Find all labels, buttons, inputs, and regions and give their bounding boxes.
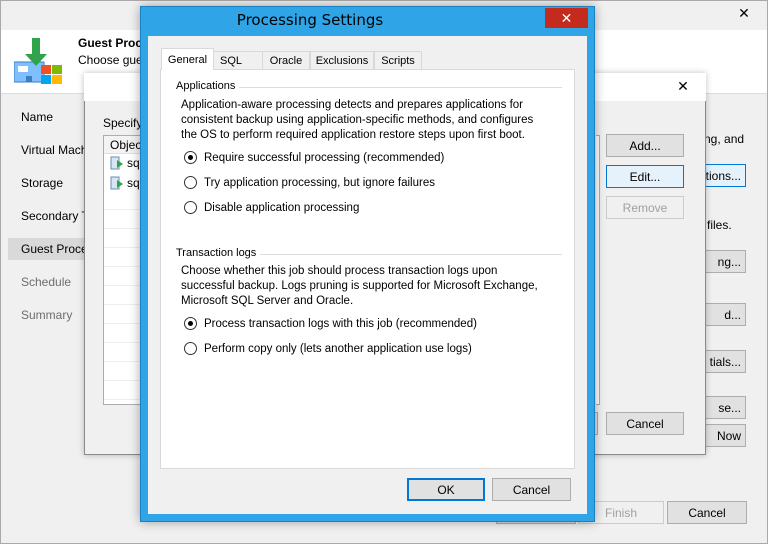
guest-processing-icon [14, 38, 62, 84]
remove-button: Remove [606, 196, 684, 219]
mid-cancel-button[interactable]: Cancel [606, 412, 684, 435]
nav-item-name[interactable]: Name [21, 110, 53, 124]
copy-only-option[interactable]: Perform copy only (lets another applicat… [184, 342, 472, 355]
list-item[interactable]: sq [110, 154, 140, 171]
tab-sql[interactable]: SQL [213, 51, 263, 70]
radio-checked[interactable] [184, 317, 197, 330]
list-item-label: sq [127, 155, 140, 170]
nav-item-storage[interactable]: Storage [21, 176, 63, 190]
tab-general[interactable]: General [161, 48, 214, 70]
application-processing-close-button[interactable]: ✕ [670, 76, 696, 96]
tab-oracle[interactable]: Oracle [262, 51, 310, 70]
process-transaction-logs-option[interactable]: Process transaction logs with this job (… [184, 317, 477, 330]
vm-icon [110, 176, 123, 189]
nav-item-virtual-machines[interactable]: Virtual Mach [21, 143, 87, 157]
description-fragment: ng, and [704, 132, 745, 146]
option-label: Try application processing, but ignore f… [204, 176, 435, 189]
nav-item-guest-processing[interactable]: Guest Proce [21, 242, 88, 256]
option-label: Require successful processing (recommend… [204, 151, 445, 164]
vm-icon [110, 156, 123, 169]
transaction-logs-group-title: Transaction logs [176, 247, 261, 259]
applications-group-title: Applications [176, 80, 240, 92]
radio-checked[interactable] [184, 151, 197, 164]
specify-label: Specify [103, 116, 143, 130]
wizard-step-subtitle: Choose gue [78, 53, 143, 67]
objects-list-edge [596, 135, 600, 405]
nav-item-summary[interactable]: Summary [21, 308, 72, 322]
disable-application-processing-option[interactable]: Disable application processing [184, 201, 359, 214]
files-text-fragment: files. [707, 218, 732, 232]
option-label: Process transaction logs with this job (… [204, 317, 477, 330]
wizard-cancel-button[interactable]: Cancel [667, 501, 747, 524]
tab-scripts[interactable]: Scripts [374, 51, 422, 70]
cancel-button[interactable]: Cancel [492, 478, 571, 501]
list-item[interactable]: sq [110, 174, 140, 191]
ok-button[interactable]: OK [407, 478, 485, 501]
radio-unchecked[interactable] [184, 342, 197, 355]
list-item-label: sq [127, 175, 140, 190]
edit-button[interactable]: Edit... [606, 165, 684, 188]
add-button[interactable]: Add... [606, 134, 684, 157]
option-label: Disable application processing [204, 201, 360, 214]
try-application-processing-option[interactable]: Try application processing, but ignore f… [184, 176, 435, 189]
nav-item-secondary-target[interactable]: Secondary T [21, 209, 89, 223]
tab-exclusions[interactable]: Exclusions [310, 51, 374, 70]
applications-description: Application-aware processing detects and… [181, 99, 534, 141]
radio-unchecked[interactable] [184, 176, 197, 189]
wizard-step-title: Guest Proc [78, 36, 143, 50]
option-label: Perform copy only (lets another applicat… [204, 342, 472, 355]
require-successful-processing-option[interactable]: Require successful processing (recommend… [184, 151, 444, 164]
close-button[interactable]: ✕ [545, 8, 588, 28]
radio-unchecked[interactable] [184, 201, 197, 214]
nav-item-schedule[interactable]: Schedule [21, 275, 71, 289]
transaction-logs-description: Choose whether this job should process t… [181, 265, 538, 307]
wizard-close-button[interactable]: ✕ [730, 4, 758, 22]
dialog-title: Processing Settings [236, 11, 384, 29]
